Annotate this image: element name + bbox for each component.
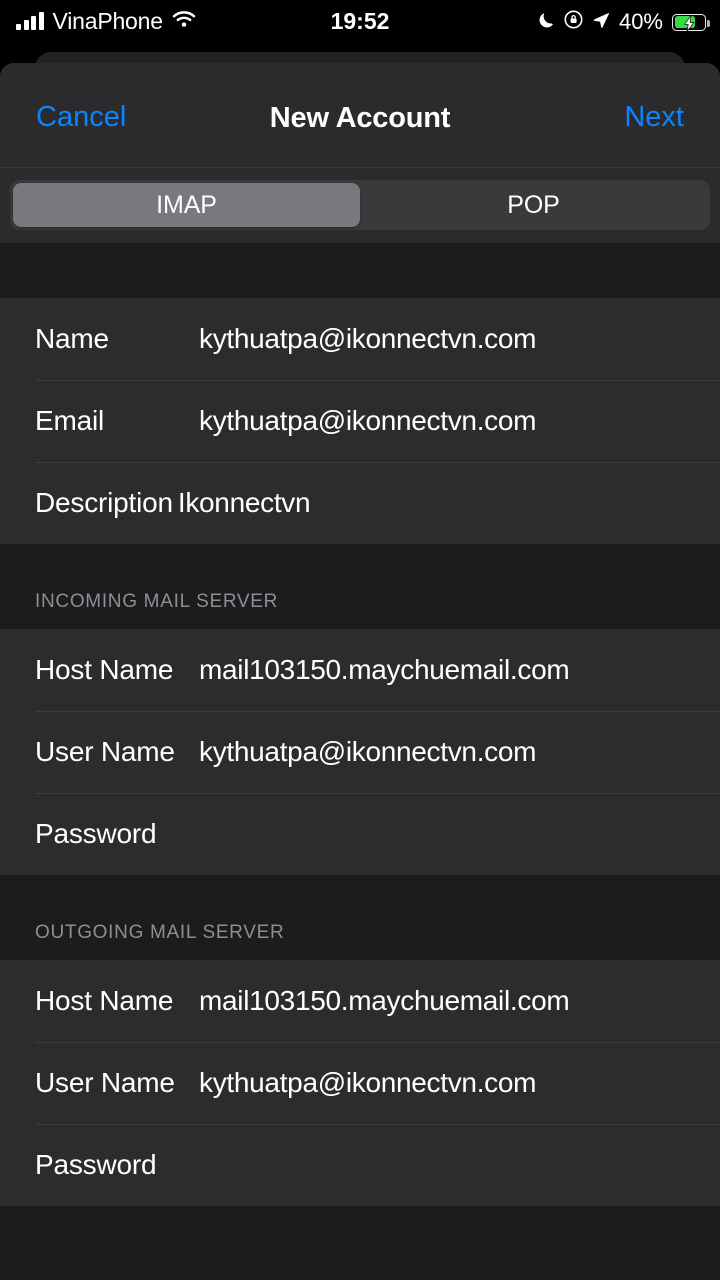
table-bottom-gap <box>0 1206 720 1273</box>
email-field[interactable]: kythuatpa@ikonnectvn.com <box>199 405 536 437</box>
form-group-account-info: Name kythuatpa@ikonnectvn.com Email kyth… <box>0 298 720 544</box>
table-top-gap <box>0 243 720 298</box>
row-label: Password <box>35 1149 157 1180</box>
table-row[interactable]: User Name kythuatpa@ikonnectvn.com <box>0 711 720 793</box>
next-button[interactable]: Next <box>624 101 684 134</box>
table-row[interactable]: Host Name mail103150.maychuemail.com <box>0 960 720 1042</box>
status-bar: VinaPhone 19:52 40% <box>0 0 720 44</box>
table-row[interactable]: Password <box>0 793 720 875</box>
table-row[interactable]: Name kythuatpa@ikonnectvn.com <box>0 298 720 380</box>
segment-imap[interactable]: IMAP <box>13 183 360 227</box>
row-label: Name <box>35 323 109 354</box>
page-title: New Account <box>269 102 451 134</box>
row-label: User Name <box>35 1067 175 1098</box>
account-type-segmented-control[interactable]: IMAP POP <box>10 180 710 230</box>
table-row[interactable]: Email kythuatpa@ikonnectvn.com <box>0 380 720 462</box>
navigation-bar: Cancel New Account Next <box>0 63 720 168</box>
row-label: User Name <box>35 736 175 767</box>
row-label: Description <box>35 487 173 518</box>
table-row[interactable]: Description Ikonnectvn <box>0 462 720 544</box>
row-label: Email <box>35 405 105 436</box>
outgoing-host-name-field[interactable]: mail103150.maychuemail.com <box>199 985 570 1017</box>
account-type-segmented-wrap: IMAP POP <box>0 168 720 243</box>
segment-pop[interactable]: POP <box>360 183 707 227</box>
form-group-incoming-mail-server: Host Name mail103150.maychuemail.com Use… <box>0 629 720 875</box>
incoming-user-name-field[interactable]: kythuatpa@ikonnectvn.com <box>199 736 536 768</box>
battery-percent-label: 40% <box>618 9 663 34</box>
section-header-outgoing: OUTGOING MAIL SERVER <box>0 875 720 960</box>
status-bar-right: 40% <box>538 8 710 36</box>
section-header-incoming: INCOMING MAIL SERVER <box>0 544 720 629</box>
new-account-modal-sheet: Cancel New Account Next IMAP POP Name ky… <box>0 63 720 1280</box>
outgoing-user-name-field[interactable]: kythuatpa@ikonnectvn.com <box>199 1067 536 1099</box>
row-label: Password <box>35 818 157 849</box>
row-label: Host Name <box>35 985 174 1016</box>
rotation-lock-icon <box>564 10 583 34</box>
clock-label: 19:52 <box>330 8 390 34</box>
table-row[interactable]: User Name kythuatpa@ikonnectvn.com <box>0 1042 720 1124</box>
phone-screen: VinaPhone 19:52 40% Cancel New Account N… <box>0 0 720 1280</box>
name-field[interactable]: kythuatpa@ikonnectvn.com <box>199 323 536 355</box>
table-row[interactable]: Password <box>0 1124 720 1206</box>
crescent-moon-icon <box>538 11 555 34</box>
form-group-outgoing-mail-server: Host Name mail103150.maychuemail.com Use… <box>0 960 720 1206</box>
table-row[interactable]: Host Name mail103150.maychuemail.com <box>0 629 720 711</box>
account-form-table: Name kythuatpa@ikonnectvn.com Email kyth… <box>0 243 720 1273</box>
location-arrow-icon <box>592 11 610 34</box>
incoming-host-name-field[interactable]: mail103150.maychuemail.com <box>199 654 570 686</box>
description-field[interactable]: Ikonnectvn <box>178 487 311 519</box>
battery-charging-icon <box>672 13 710 32</box>
row-label: Host Name <box>35 654 174 685</box>
